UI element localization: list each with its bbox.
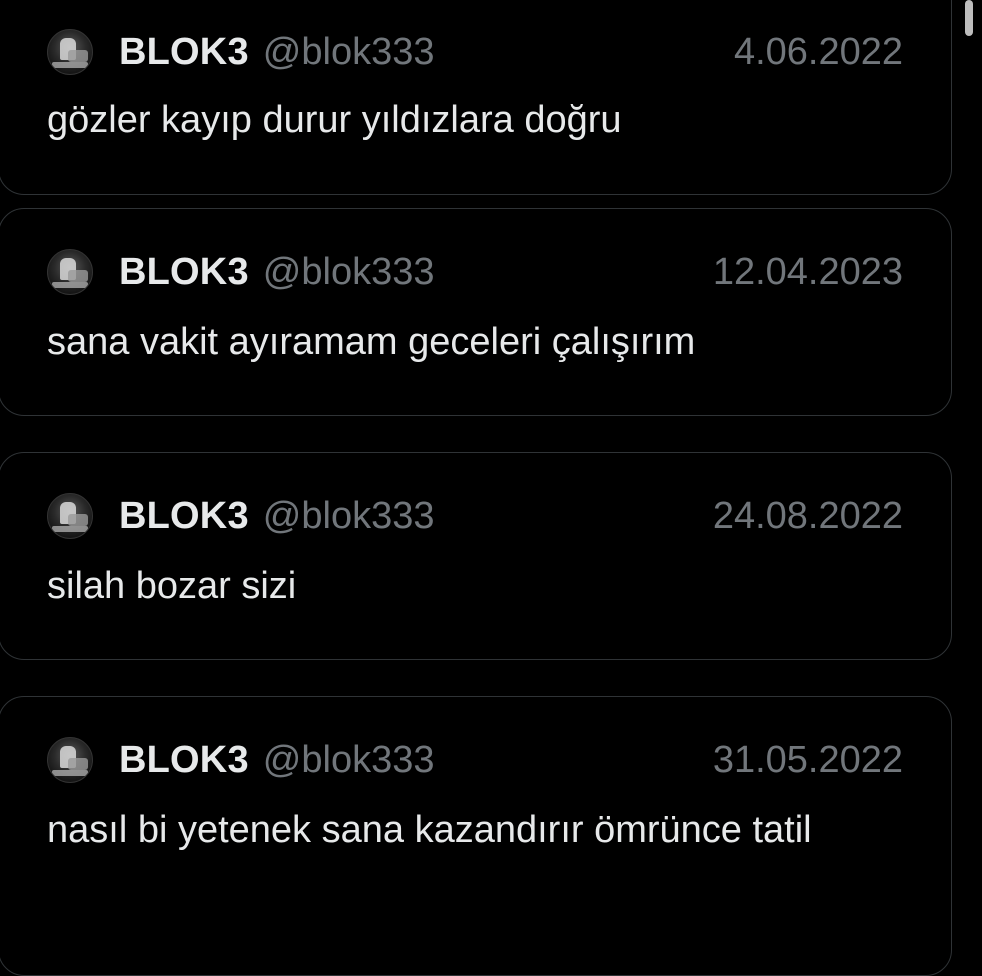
post-card[interactable]: BLOK3 @blok333 4.06.2022 gözler kayıp du… [0,0,952,195]
author-handle[interactable]: @blok333 [263,251,435,294]
author-name[interactable]: BLOK3 [119,739,249,782]
post-card[interactable]: BLOK3 @blok333 31.05.2022 nasıl bi yeten… [0,696,952,976]
avatar[interactable] [47,493,93,539]
avatar-figure [52,770,88,776]
post-card[interactable]: BLOK3 @blok333 12.04.2023 sana vakit ayı… [0,208,952,416]
post-text: silah bozar sizi [47,565,297,607]
author-handle[interactable]: @blok333 [263,31,435,74]
post-header: BLOK3 @blok333 24.08.2022 [47,489,903,543]
avatar-figure [68,50,88,62]
post-date: 31.05.2022 [712,738,903,781]
avatar-figure [52,526,88,532]
author-name[interactable]: BLOK3 [119,31,249,74]
author-handle[interactable]: @blok333 [263,739,435,782]
author-handle[interactable]: @blok333 [263,495,435,538]
post-header: BLOK3 @blok333 12.04.2023 [47,245,903,299]
avatar-figure [52,62,88,68]
post-header: BLOK3 @blok333 4.06.2022 [47,25,903,79]
avatar-figure [68,270,88,282]
post-header: BLOK3 @blok333 31.05.2022 [47,733,903,787]
post-card[interactable]: BLOK3 @blok333 24.08.2022 silah bozar si… [0,452,952,660]
scrollbar[interactable] [965,0,973,36]
post-text: nasıl bi yetenek sana kazandırır ömrünce… [47,809,812,851]
post-text: gözler kayıp durur yıldızlara doğru [47,99,622,141]
author-name[interactable]: BLOK3 [119,495,249,538]
post-date: 24.08.2022 [712,494,903,537]
avatar-figure [68,514,88,526]
author-name[interactable]: BLOK3 [119,251,249,294]
post-text: sana vakit ayıramam geceleri çalışırım [47,321,696,363]
avatar[interactable] [47,249,93,295]
avatar[interactable] [47,29,93,75]
avatar[interactable] [47,737,93,783]
avatar-figure [52,282,88,288]
post-date: 12.04.2023 [712,250,903,293]
post-date: 4.06.2022 [733,30,903,73]
avatar-figure [68,758,88,770]
